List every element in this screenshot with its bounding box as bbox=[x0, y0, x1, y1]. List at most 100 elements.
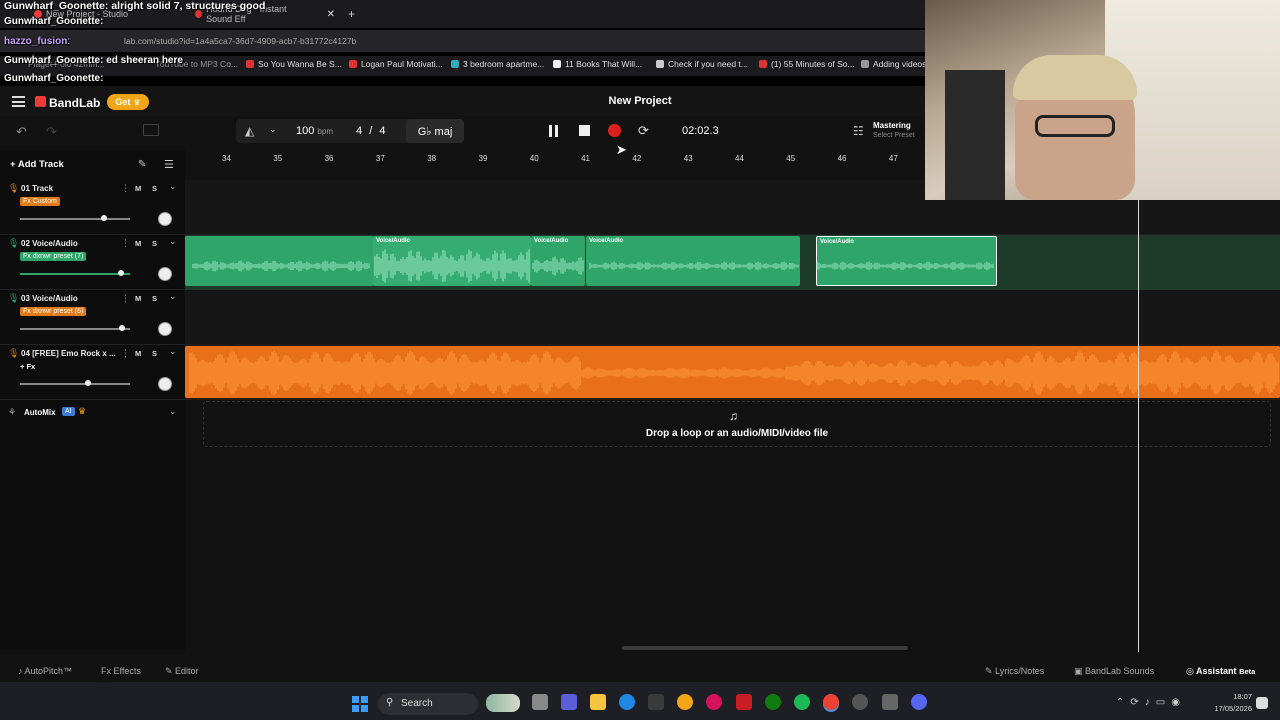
spotify-icon[interactable] bbox=[794, 694, 810, 710]
redo-icon[interactable]: ↷ bbox=[46, 124, 57, 140]
teams-icon[interactable] bbox=[561, 694, 577, 710]
solo-button[interactable]: S bbox=[152, 184, 157, 193]
filter-icon[interactable]: ☰ bbox=[164, 158, 174, 171]
bookmark-label: (1) 55 Minutes of So... bbox=[771, 59, 855, 69]
edge-icon[interactable] bbox=[619, 694, 635, 710]
chevron-down-icon[interactable]: ⌄ bbox=[269, 124, 277, 135]
track-options-icon[interactable]: ⋮ bbox=[121, 238, 130, 249]
volume-handle[interactable] bbox=[119, 325, 125, 331]
task-view-icon[interactable] bbox=[532, 694, 548, 710]
mastering-label[interactable]: Mastering bbox=[873, 121, 911, 130]
track-name[interactable]: 03 Voice/Audio bbox=[21, 294, 78, 303]
lyrics-notes-button[interactable]: ✎ Lyrics/Notes bbox=[985, 666, 1044, 677]
automix-label[interactable]: AutoMix bbox=[24, 408, 56, 417]
pen-icon[interactable]: ✎ bbox=[138, 159, 146, 170]
settings-icon[interactable] bbox=[882, 694, 898, 710]
menu-icon[interactable] bbox=[12, 96, 25, 107]
mute-button[interactable]: M bbox=[135, 239, 141, 248]
stop-icon[interactable] bbox=[579, 125, 590, 136]
pan-knob[interactable] bbox=[158, 322, 172, 336]
volume-slider[interactable] bbox=[20, 328, 130, 330]
track-lane-3[interactable] bbox=[185, 290, 1280, 345]
autopitch-button[interactable]: ♪ AutoPitch™ bbox=[18, 666, 72, 676]
bookmark-5[interactable]: 11 Books That Will... bbox=[553, 59, 642, 69]
ruler-tick: 39 bbox=[478, 154, 488, 163]
horizontal-scrollbar[interactable] bbox=[622, 646, 908, 650]
track-name[interactable]: 02 Voice/Audio bbox=[21, 239, 78, 248]
system-tray-icons[interactable]: ⌃⟳♪▭◉ bbox=[1116, 697, 1186, 708]
volume-slider[interactable] bbox=[20, 218, 130, 220]
widget-icon[interactable] bbox=[486, 694, 520, 712]
add-track-button[interactable]: + Add Track bbox=[10, 159, 64, 170]
track-options-icon[interactable]: ⋮ bbox=[121, 348, 130, 359]
discord-icon[interactable] bbox=[911, 694, 927, 710]
opera-icon[interactable] bbox=[706, 694, 722, 710]
store-icon[interactable] bbox=[648, 694, 664, 710]
track-name[interactable]: 01 Track bbox=[21, 184, 53, 193]
new-tab-icon[interactable]: + bbox=[348, 7, 355, 21]
editor-button[interactable]: ✎ Editor bbox=[165, 666, 199, 677]
solo-button[interactable]: S bbox=[152, 294, 157, 303]
drop-zone[interactable] bbox=[203, 401, 1271, 447]
fx-badge[interactable]: Fx Custom bbox=[20, 197, 60, 206]
obs-icon[interactable] bbox=[852, 694, 868, 710]
chevron-down-icon[interactable]: ⌄ bbox=[169, 291, 177, 302]
volume-slider[interactable] bbox=[20, 273, 130, 275]
close-tab-icon[interactable]: ✕ bbox=[327, 9, 335, 20]
pan-knob[interactable] bbox=[158, 267, 172, 281]
volume-slider[interactable] bbox=[20, 383, 130, 385]
time-signature[interactable]: 4 / 4 bbox=[356, 125, 385, 137]
adobe-icon[interactable] bbox=[736, 694, 752, 710]
volume-handle[interactable] bbox=[85, 380, 91, 386]
volume-handle[interactable] bbox=[101, 215, 107, 221]
mute-button[interactable]: M bbox=[135, 184, 141, 193]
volume-handle[interactable] bbox=[118, 270, 124, 276]
pan-knob[interactable] bbox=[158, 377, 172, 391]
fx-badge[interactable]: Fx dxnwr preset (6) bbox=[20, 307, 87, 316]
mastering-preset[interactable]: Select Preset bbox=[873, 132, 915, 139]
notification-icon[interactable] bbox=[1256, 697, 1268, 709]
mute-button[interactable]: M bbox=[135, 349, 141, 358]
chevron-down-icon[interactable]: ⌄ bbox=[169, 181, 177, 192]
mastering-sliders-icon[interactable]: ☷ bbox=[853, 124, 864, 138]
windows-taskbar bbox=[0, 682, 1280, 720]
chevron-down-icon[interactable]: ⌄ bbox=[169, 346, 177, 357]
solo-button[interactable]: S bbox=[152, 349, 157, 358]
bookmark-4[interactable]: 3 bedroom apartme... bbox=[451, 59, 544, 69]
mic-icon: 🎙 bbox=[8, 238, 20, 248]
bookmark-3[interactable]: Logan Paul Motivati... bbox=[349, 59, 443, 69]
track-name[interactable]: 04 [FREE] Emo Rock x ... bbox=[21, 349, 116, 358]
playhead[interactable] bbox=[1138, 190, 1139, 652]
windows-start-icon[interactable] bbox=[352, 696, 368, 712]
add-fx-button[interactable]: + Fx bbox=[20, 362, 35, 371]
undo-icon[interactable]: ↶ bbox=[16, 124, 27, 140]
get-button[interactable]: Get ♛ bbox=[107, 94, 149, 110]
bookmark-7[interactable]: (1) 55 Minutes of So... bbox=[759, 59, 855, 69]
assistant-button[interactable]: ◎ Assistant Beta bbox=[1186, 666, 1255, 677]
record-icon[interactable] bbox=[608, 124, 621, 137]
pause-icon[interactable] bbox=[549, 125, 560, 137]
tempo-control[interactable]: 100 bpm bbox=[296, 125, 333, 137]
chevron-down-icon[interactable]: ⌄ bbox=[169, 406, 177, 417]
track-options-icon[interactable]: ⋮ bbox=[121, 293, 130, 304]
xbox-icon[interactable] bbox=[765, 694, 781, 710]
chevron-down-icon[interactable]: ⌄ bbox=[169, 236, 177, 247]
fx-badge[interactable]: Fx dxnwr preset (7) bbox=[20, 252, 87, 261]
metronome-icon[interactable]: ◭ bbox=[245, 124, 254, 138]
ts-num: 4 bbox=[356, 125, 363, 137]
pan-knob[interactable] bbox=[158, 212, 172, 226]
loop-icon[interactable]: ⟳ bbox=[638, 123, 649, 139]
file-explorer-icon[interactable] bbox=[590, 694, 606, 710]
chrome-icon[interactable] bbox=[823, 694, 839, 710]
bookmark-8[interactable]: Adding videos bbox=[861, 59, 926, 69]
solo-button[interactable]: S bbox=[152, 239, 157, 248]
keyboard-icon[interactable] bbox=[143, 124, 159, 136]
bandlab-sounds-button[interactable]: ▣ BandLab Sounds bbox=[1074, 666, 1154, 677]
bookmark-6[interactable]: Check if you need t... bbox=[656, 59, 748, 69]
effects-button[interactable]: Fx Effects bbox=[101, 666, 141, 676]
mute-button[interactable]: M bbox=[135, 294, 141, 303]
key-selector[interactable]: G♭ maj bbox=[406, 119, 464, 143]
bookmark-2[interactable]: So You Wanna Be S... bbox=[246, 59, 342, 69]
track-options-icon[interactable]: ⋮ bbox=[121, 183, 130, 194]
app-icon[interactable] bbox=[677, 694, 693, 710]
